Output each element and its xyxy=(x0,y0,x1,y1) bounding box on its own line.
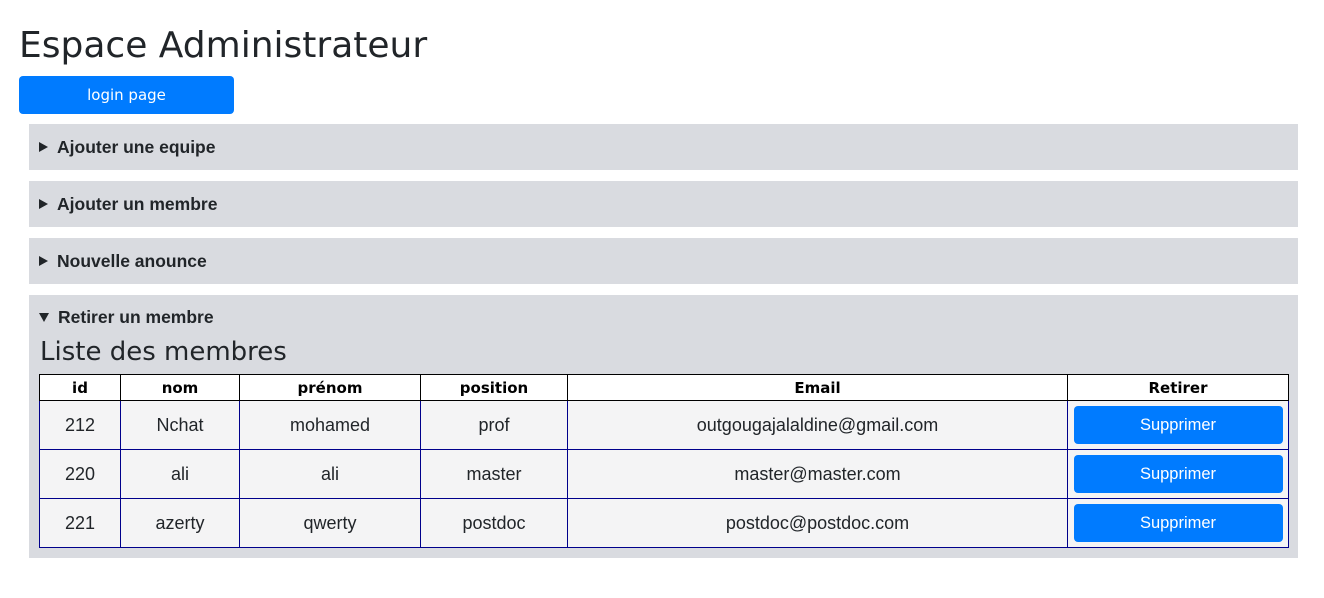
login-page-button[interactable]: login page xyxy=(19,76,234,114)
cell-nom: Nchat xyxy=(120,400,240,450)
section-ajouter-membre: Ajouter un membre xyxy=(29,181,1298,227)
cell-prenom: mohamed xyxy=(239,400,421,450)
section-summary-ajouter-equipe[interactable]: Ajouter une equipe xyxy=(29,124,1298,170)
cell-email: postdoc@postdoc.com xyxy=(567,498,1068,548)
section-label: Ajouter une equipe xyxy=(57,136,216,157)
column-header-nom: nom xyxy=(120,374,240,401)
cell-prenom: qwerty xyxy=(239,498,421,548)
cell-email: outgougajalaldine@gmail.com xyxy=(567,400,1068,450)
page-title: Espace Administrateur xyxy=(19,25,428,66)
section-summary-retirer-membre[interactable]: Retirer un membre xyxy=(29,295,1298,339)
cell-id: 220 xyxy=(39,449,121,499)
cell-prenom: ali xyxy=(239,449,421,499)
column-header-id: id xyxy=(39,374,121,401)
section-label: Ajouter un membre xyxy=(57,193,218,214)
table-row: 220 ali ali master master@master.com Sup… xyxy=(39,449,1289,499)
collapsed-triangle-icon xyxy=(39,256,48,266)
cell-position: master xyxy=(420,449,568,499)
members-table: id nom prénom position Email Retirer 212… xyxy=(39,374,1289,548)
cell-action: Supprimer xyxy=(1067,449,1289,499)
column-header-email: Email xyxy=(567,374,1068,401)
section-retirer-membre: Retirer un membre Liste des membres id n… xyxy=(29,295,1298,558)
cell-nom: ali xyxy=(120,449,240,499)
supprimer-button[interactable]: Supprimer xyxy=(1073,406,1283,444)
table-row: 221 azerty qwerty postdoc postdoc@postdo… xyxy=(39,498,1289,548)
section-label: Retirer un membre xyxy=(58,306,214,327)
section-summary-ajouter-membre[interactable]: Ajouter un membre xyxy=(29,181,1298,227)
column-header-position: position xyxy=(420,374,568,401)
section-summary-nouvelle-anounce[interactable]: Nouvelle anounce xyxy=(29,238,1298,284)
cell-nom: azerty xyxy=(120,498,240,548)
table-header-row: id nom prénom position Email Retirer xyxy=(39,374,1289,401)
collapsed-triangle-icon xyxy=(39,199,48,209)
collapsed-triangle-icon xyxy=(39,142,48,152)
cell-position: postdoc xyxy=(420,498,568,548)
cell-action: Supprimer xyxy=(1067,400,1289,450)
cell-action: Supprimer xyxy=(1067,498,1289,548)
section-ajouter-equipe: Ajouter une equipe xyxy=(29,124,1298,170)
supprimer-button[interactable]: Supprimer xyxy=(1073,455,1283,493)
expanded-triangle-icon xyxy=(39,312,49,322)
column-header-retirer: Retirer xyxy=(1067,374,1289,401)
column-header-prenom: prénom xyxy=(239,374,421,401)
cell-email: master@master.com xyxy=(567,449,1068,499)
cell-position: prof xyxy=(420,400,568,450)
cell-id: 221 xyxy=(39,498,121,548)
section-nouvelle-anounce: Nouvelle anounce xyxy=(29,238,1298,284)
table-row: 212 Nchat mohamed prof outgougajalaldine… xyxy=(39,400,1289,450)
section-label: Nouvelle anounce xyxy=(57,250,207,271)
cell-id: 212 xyxy=(39,400,121,450)
members-list-title: Liste des membres xyxy=(40,337,287,367)
supprimer-button[interactable]: Supprimer xyxy=(1073,504,1283,542)
